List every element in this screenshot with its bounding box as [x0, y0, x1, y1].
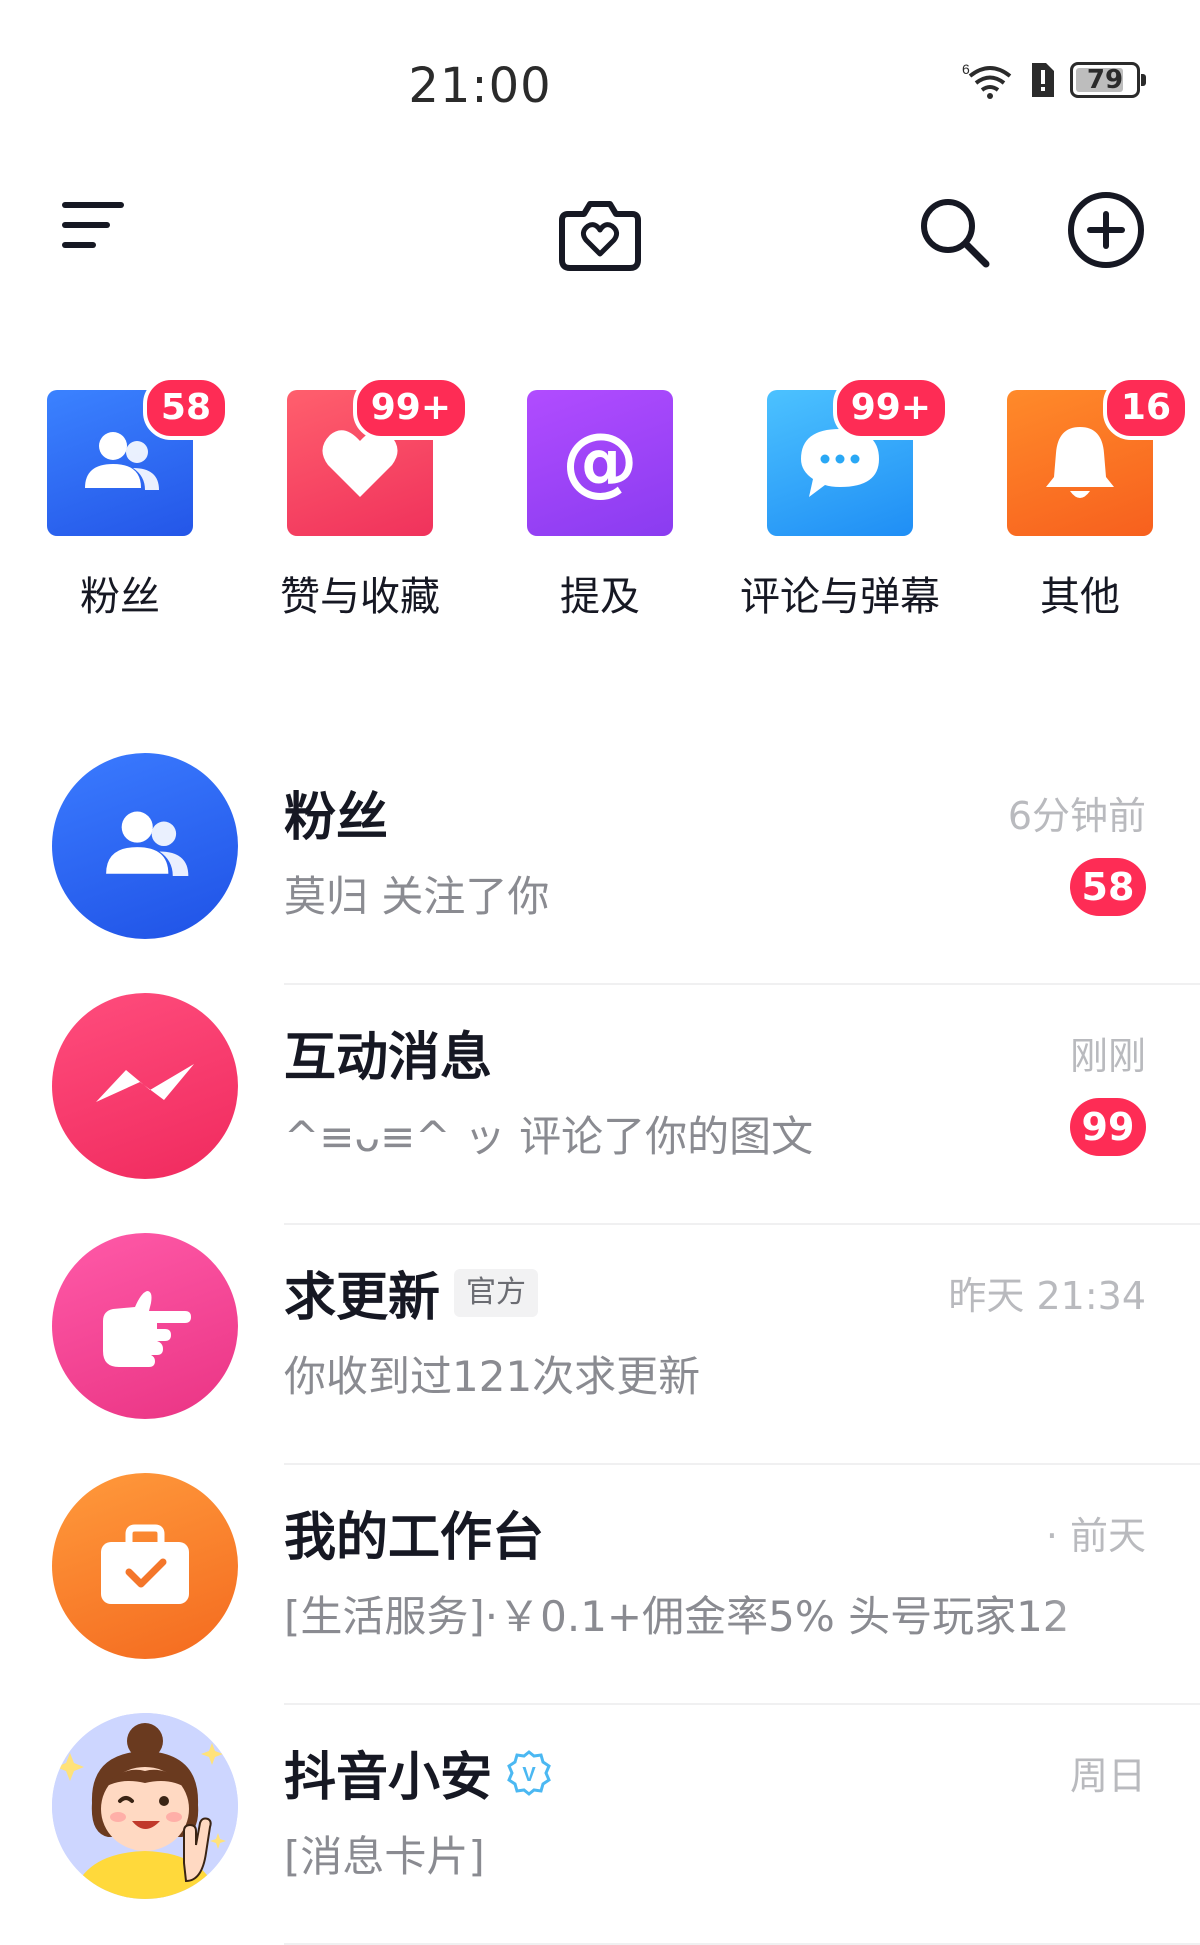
- text-fade: [1040, 1575, 1200, 1645]
- message-title: 抖音小安 V: [284, 1735, 552, 1810]
- message-title: 粉丝: [284, 775, 388, 850]
- category-mentions[interactable]: @ 提及: [490, 390, 710, 622]
- category-badge: 99+: [832, 376, 949, 440]
- status-icons: 6 79: [962, 60, 1146, 100]
- wifi-icon: 6: [962, 61, 1012, 99]
- message-preview: ^≡ᴗ≡^ ッ 评论了你的图文: [284, 1112, 814, 1161]
- category-label: 评论与弹幕: [740, 574, 940, 620]
- message-title: 我的工作台: [284, 1495, 544, 1570]
- message-title-text: 我的工作台: [284, 1508, 545, 1568]
- avatar: [52, 1473, 238, 1659]
- unread-count-badge: 99: [1070, 1098, 1146, 1156]
- category-tile: 16: [1007, 376, 1189, 536]
- briefcase-icon: [101, 1524, 189, 1604]
- category-other[interactable]: 16 其他: [970, 376, 1190, 622]
- menu-button[interactable]: [52, 194, 132, 258]
- message-preview: [生活服务]·￥0.1+佣金率5% 头号玩家12: [284, 1592, 1070, 1641]
- category-tile: 99+: [767, 376, 949, 536]
- category-label: 提及: [560, 574, 640, 620]
- at-icon: @: [562, 421, 638, 505]
- sim-alert-icon: [1032, 63, 1054, 97]
- search-button[interactable]: [912, 190, 996, 274]
- battery-level: 79: [1086, 65, 1124, 95]
- official-tag: 官方: [454, 1268, 539, 1317]
- category-badge: 99+: [352, 376, 469, 440]
- category-tile: @: [527, 390, 673, 536]
- message-row-douyin-xiaoan[interactable]: 抖音小安 V [消息卡片] 周日: [0, 1705, 1200, 1945]
- add-circle-icon: [1068, 192, 1144, 268]
- message-row-workbench[interactable]: 我的工作台 [生活服务]·￥0.1+佣金率5% 头号玩家12 · 前天: [0, 1465, 1200, 1705]
- message-time: 周日: [1069, 1754, 1146, 1798]
- lightning-icon: [96, 1064, 194, 1102]
- avatar: [52, 993, 238, 1179]
- message-title-text: 抖音小安: [284, 1748, 493, 1808]
- category-badge: 58: [142, 376, 229, 440]
- message-time: · 前天: [1045, 1514, 1146, 1558]
- category-tile: 99+: [287, 376, 469, 536]
- message-row-interactions[interactable]: 互动消息 ^≡ᴗ≡^ ッ 评论了你的图文 刚刚 99: [0, 985, 1200, 1225]
- svg-text:@: @: [562, 421, 638, 505]
- category-label: 赞与收藏: [280, 574, 440, 620]
- message-time: 6分钟前: [1007, 794, 1146, 838]
- svg-text:V: V: [522, 1764, 536, 1786]
- avatar: [52, 753, 238, 939]
- category-badge: 16: [1102, 376, 1189, 440]
- fans-icon: [85, 432, 159, 490]
- category-label: 其他: [1040, 574, 1120, 620]
- top-header: [0, 180, 1200, 280]
- avatar: [52, 1233, 238, 1419]
- verified-icon: V: [507, 1749, 551, 1796]
- notification-categories: 58 粉丝 99+ 赞与收藏 @ 提及 99+ 评论与弹幕 16 其他: [0, 376, 1200, 630]
- cartoon-girl-avatar: [52, 1713, 238, 1899]
- svg-text:6: 6: [962, 61, 970, 77]
- category-comments[interactable]: 99+ 评论与弹幕: [730, 376, 950, 622]
- message-time: 刚刚: [1069, 1034, 1146, 1078]
- message-preview: [消息卡片]: [284, 1832, 485, 1881]
- category-fans[interactable]: 58 粉丝: [10, 376, 230, 622]
- status-bar: 21:00 6 79: [0, 0, 1200, 150]
- bell-icon: [1046, 427, 1114, 498]
- message-title-text: 求更新: [284, 1268, 441, 1328]
- add-button[interactable]: [1064, 188, 1148, 272]
- message-preview: 莫归 关注了你: [284, 872, 550, 921]
- category-label: 粉丝: [80, 574, 160, 620]
- status-time: 21:00: [408, 58, 552, 114]
- category-likes[interactable]: 99+ 赞与收藏: [250, 376, 470, 622]
- message-title: 求更新 官方: [284, 1255, 539, 1330]
- message-list: 粉丝 莫归 关注了你 6分钟前 58 互动消息 ^≡ᴗ≡^ ッ 评论了你的图文 …: [0, 745, 1200, 1945]
- message-time: 昨天 21:34: [948, 1274, 1146, 1318]
- avatar: [52, 1713, 238, 1899]
- unread-count-badge: 58: [1070, 858, 1146, 916]
- message-preview: 你收到过121次求更新: [284, 1352, 701, 1401]
- fans-icon: [106, 811, 189, 876]
- message-title: 互动消息: [284, 1015, 492, 1090]
- message-row-fans[interactable]: 粉丝 莫归 关注了你 6分钟前 58: [0, 745, 1200, 985]
- heart-camera-button[interactable]: [558, 190, 642, 274]
- message-title-text: 粉丝: [284, 788, 389, 848]
- menu-icon: [62, 202, 124, 248]
- search-icon: [921, 199, 990, 268]
- category-tile: 58: [47, 376, 229, 536]
- message-title-text: 互动消息: [284, 1028, 493, 1088]
- battery-indicator: 79: [1070, 62, 1146, 98]
- heart-camera-icon: [559, 201, 641, 271]
- message-row-update-requests[interactable]: 求更新 官方 你收到过121次求更新 昨天 21:34: [0, 1225, 1200, 1465]
- pointing-hand-icon: [103, 1291, 191, 1367]
